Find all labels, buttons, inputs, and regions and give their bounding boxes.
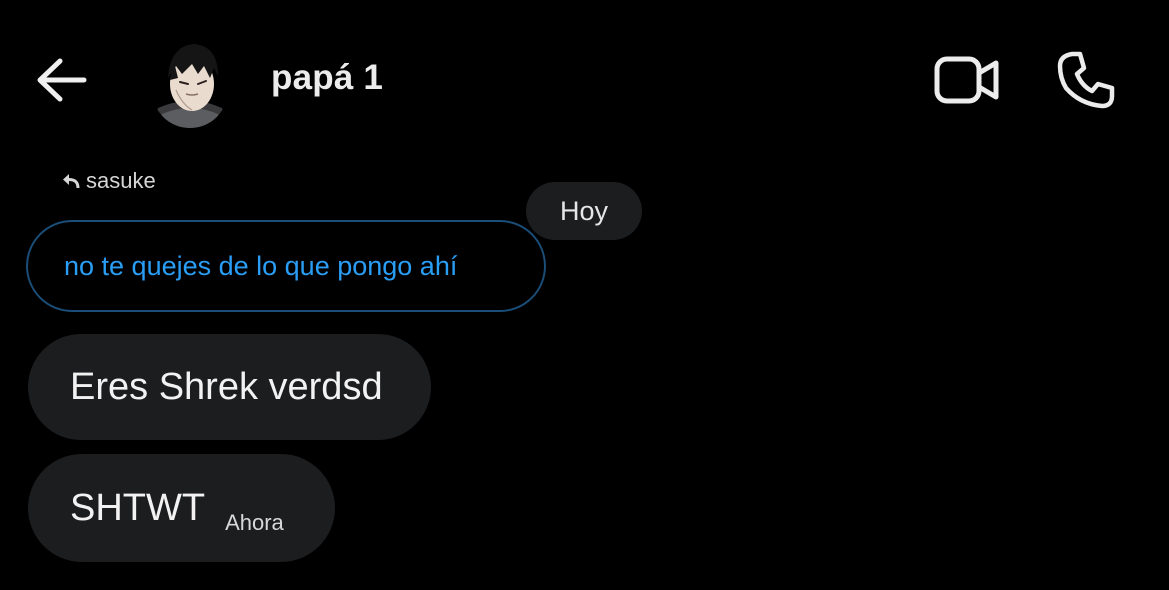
message-timestamp: Ahora [225, 510, 284, 535]
reply-reference: sasuke [62, 168, 156, 194]
back-button[interactable] [30, 52, 90, 108]
profile-avatar-image [152, 38, 228, 128]
video-call-button[interactable] [930, 48, 1004, 112]
date-separator: Hoy [526, 182, 642, 240]
message-text: SHTWT [70, 486, 206, 529]
arrow-left-icon [37, 58, 87, 102]
message-text: Eres Shrek verdsd [70, 365, 383, 408]
message-bubble[interactable]: Eres Shrek verdsd [28, 334, 431, 440]
chat-header: papá 1 [0, 0, 1169, 160]
video-camera-icon [934, 56, 999, 104]
phone-icon [1057, 51, 1115, 109]
contact-name[interactable]: papá 1 [271, 58, 383, 98]
quoted-message[interactable]: no te quejes de lo que pongo ahí [26, 220, 546, 312]
message-bubble[interactable]: SHTWT Ahora [28, 454, 335, 562]
reply-reference-label: sasuke [86, 168, 156, 193]
voice-call-button[interactable] [1052, 46, 1120, 114]
reply-arrow-icon [63, 174, 80, 189]
avatar[interactable] [152, 38, 228, 128]
